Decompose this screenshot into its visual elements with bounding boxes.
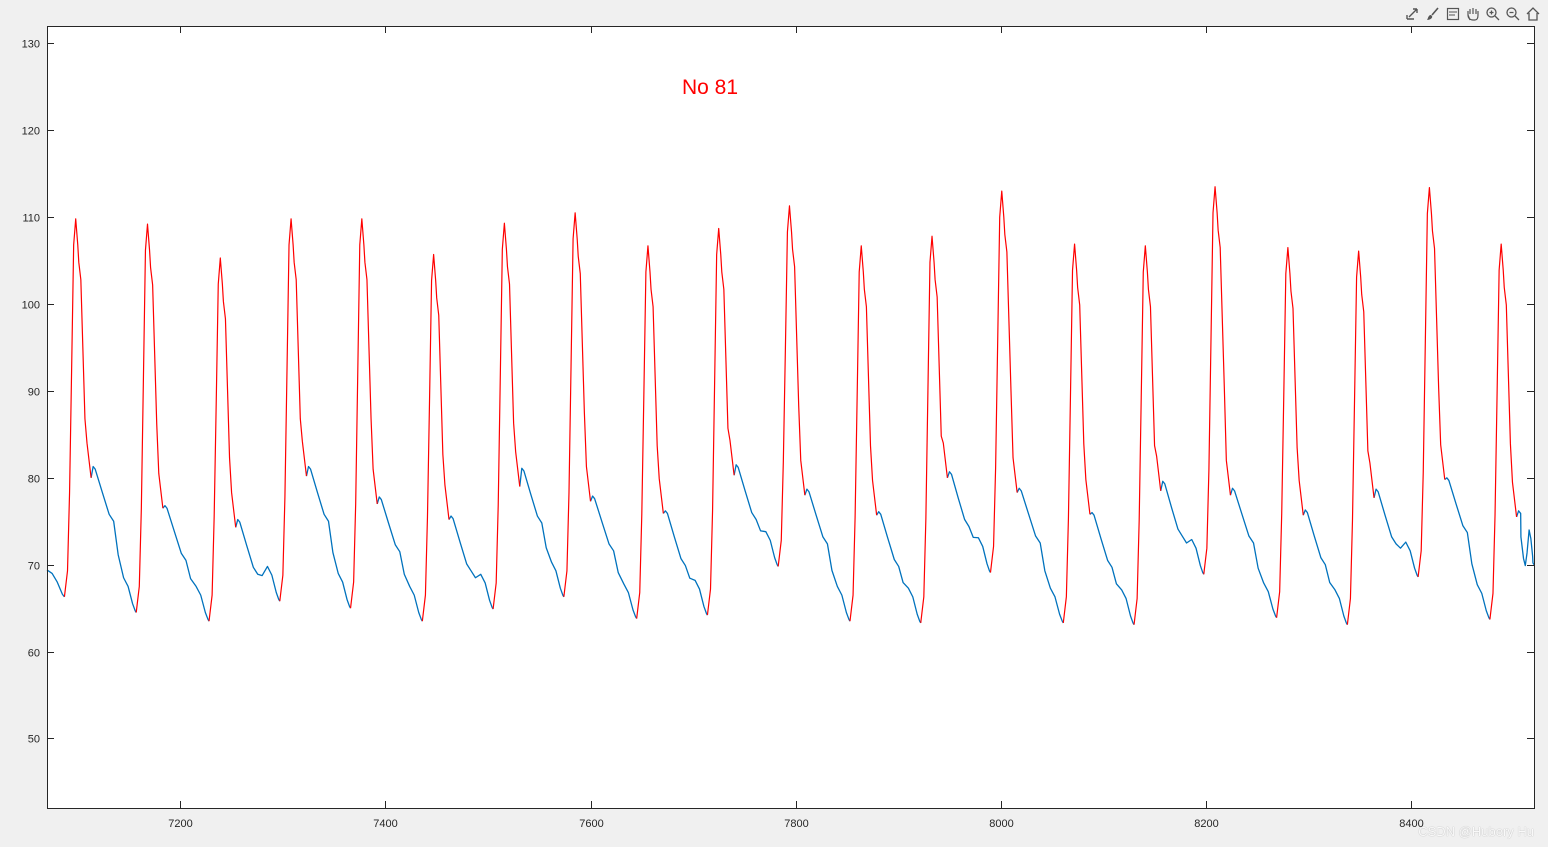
datatips-icon: [1446, 7, 1460, 21]
axes-background: [47, 26, 1534, 808]
brush-icon: [1427, 7, 1439, 20]
home-button[interactable]: [1524, 5, 1542, 23]
zoom-out-button[interactable]: [1504, 5, 1522, 23]
home-icon: [1526, 7, 1540, 21]
x-tick-label: 8200: [1194, 818, 1218, 830]
y-tick-label: 120: [22, 126, 40, 138]
datatips-button[interactable]: [1444, 5, 1462, 23]
y-tick-label: 130: [22, 39, 40, 51]
watermark: CSDN @Hubery Hu: [1418, 824, 1534, 839]
y-tick-label: 50: [28, 734, 40, 746]
export-button[interactable]: [1404, 5, 1422, 23]
y-tick-label: 100: [22, 300, 40, 312]
y-tick-label: 80: [28, 474, 40, 486]
figure-canvas: 7200 7400 7600 7800 8000 8200 8400 50607080901…: [22, 26, 1535, 830]
zoom-in-button[interactable]: [1484, 5, 1502, 23]
x-tick-label: 7600: [579, 818, 603, 830]
x-tick-label: 8000: [989, 818, 1013, 830]
x-tick-label: 7400: [373, 818, 397, 830]
zoom-in-icon: [1486, 7, 1500, 21]
y-tick-label: 110: [22, 213, 40, 225]
zoom-out-icon: [1506, 7, 1520, 21]
x-tick-label: 7800: [784, 818, 808, 830]
axes-toolbar: [1404, 4, 1542, 24]
y-tick-label: 60: [28, 648, 40, 660]
y-tick-label: 70: [28, 561, 40, 573]
chart-annotation: No 81: [682, 76, 738, 99]
export-icon: [1406, 8, 1418, 20]
x-tick-label: 7200: [168, 818, 192, 830]
pan-icon: [1467, 8, 1479, 21]
y-tick-label: 90: [28, 387, 40, 399]
pan-button[interactable]: [1464, 5, 1482, 23]
brush-button[interactable]: [1424, 5, 1442, 23]
